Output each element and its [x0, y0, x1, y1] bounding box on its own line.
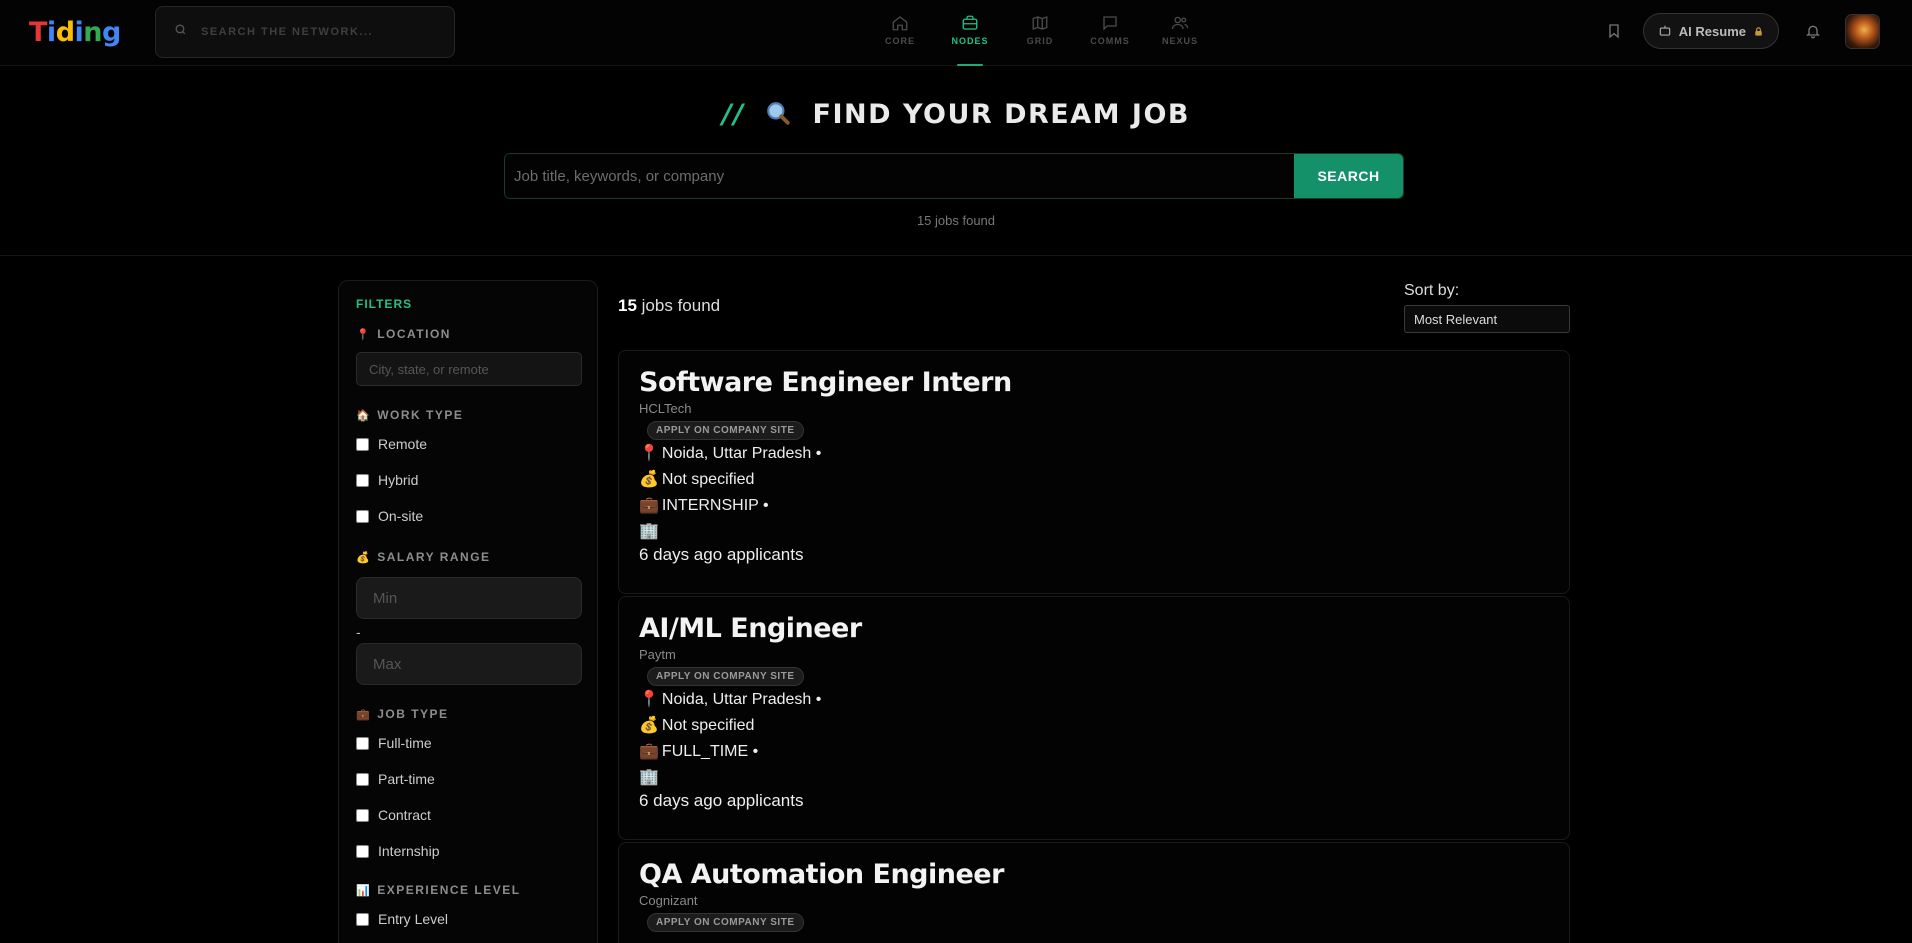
notifications-button[interactable]	[1801, 19, 1825, 43]
avatar[interactable]	[1845, 13, 1880, 49]
pin-icon: 📍	[639, 691, 659, 708]
checkbox[interactable]	[356, 736, 369, 750]
chat-icon	[1103, 16, 1117, 31]
job-posted: 6 days ago applicants	[639, 791, 804, 810]
ai-resume-button[interactable]: AI Resume	[1642, 13, 1779, 49]
job-type-section-label: 💼 JOB TYPE	[356, 707, 449, 721]
apply-badge: APPLY ON COMPANY SITE	[647, 667, 804, 686]
job-company: HCLTech	[639, 401, 692, 416]
search-button[interactable]: SEARCH	[1294, 154, 1403, 198]
bell-icon	[1806, 25, 1820, 39]
money-bag-icon: 💰	[639, 471, 659, 488]
money-bag-icon: 💰	[356, 551, 372, 564]
users-icon	[1171, 16, 1189, 30]
sort-label: Sort by:	[1404, 282, 1460, 299]
money-bag-icon: 💰	[639, 717, 659, 734]
salary-max-input[interactable]	[356, 643, 582, 685]
work-type-onsite[interactable]: On-site	[356, 498, 580, 534]
job-card[interactable]: AI/ML Engineer Paytm APPLY ON COMPANY SI…	[618, 596, 1570, 840]
job-search-input[interactable]	[505, 154, 1294, 198]
sort-select[interactable]: Most Relevant	[1404, 305, 1570, 333]
briefcase-icon: 💼	[639, 743, 659, 760]
work-type-remote[interactable]: Remote	[356, 426, 580, 462]
briefcase-icon: 💼	[356, 708, 372, 721]
checkbox[interactable]	[356, 808, 369, 822]
checkbox[interactable]	[356, 772, 369, 786]
experience-section-label: 📊 EXPERIENCE LEVEL	[356, 883, 521, 897]
logo[interactable]: Tiding	[29, 17, 121, 48]
checkbox[interactable]	[356, 473, 369, 487]
job-posted: 6 days ago applicants	[639, 545, 804, 564]
location-input[interactable]	[356, 352, 582, 386]
nav-grid[interactable]: GRID	[1005, 14, 1075, 66]
network-search-input[interactable]	[201, 26, 421, 38]
job-card[interactable]: Software Engineer Intern HCLTech APPLY O…	[618, 350, 1570, 594]
sort-control: Sort by: Most Relevant	[1404, 282, 1570, 333]
checkbox[interactable]	[356, 437, 369, 451]
hero-section: // FIND YOUR DREAM JOB SEARCH 15 jobs fo…	[0, 67, 1912, 256]
briefcase-icon	[962, 15, 978, 30]
office-building-icon: 🏢	[639, 769, 659, 786]
lock-icon	[1755, 26, 1762, 36]
apply-badge: APPLY ON COMPANY SITE	[647, 913, 804, 932]
jobs-found-summary: 15 jobs found	[916, 213, 996, 228]
job-search-bar: SEARCH	[504, 153, 1404, 199]
job-card[interactable]: QA Automation Engineer Cognizant APPLY O…	[618, 842, 1570, 943]
checkbox[interactable]	[356, 844, 369, 858]
search-icon	[174, 23, 187, 41]
magnifier-icon	[766, 102, 790, 125]
network-search-box[interactable]	[155, 6, 455, 58]
home-icon	[892, 16, 908, 31]
job-type-parttime[interactable]: Part-time	[356, 761, 580, 797]
job-meta: 📍 Noida, Uttar Pradesh • 💰 Not specified 💼…	[639, 687, 1549, 791]
checkbox[interactable]	[356, 912, 369, 926]
job-title[interactable]: Software Engineer Intern	[639, 367, 1549, 398]
salary-section-label: 💰 SALARY RANGE	[356, 550, 491, 564]
results-count: 15 jobs found	[618, 296, 721, 315]
house-icon: 🏠	[356, 409, 372, 422]
job-type-fulltime[interactable]: Full-time	[356, 725, 580, 761]
job-title[interactable]: QA Automation Engineer	[639, 859, 1549, 890]
office-building-icon: 🏢	[639, 523, 659, 540]
checkbox[interactable]	[356, 509, 369, 523]
header-actions: AI Resume	[1602, 13, 1880, 49]
nav-nexus[interactable]: NEXUS	[1145, 14, 1215, 66]
robot-icon	[1659, 25, 1671, 36]
work-type-hybrid[interactable]: Hybrid	[356, 462, 580, 498]
pin-icon: 📍	[356, 328, 372, 341]
bookmark-button[interactable]	[1602, 19, 1626, 43]
job-company: Paytm	[639, 647, 676, 662]
nav-comms[interactable]: COMMS	[1075, 14, 1145, 66]
filters-panel: FILTERS 📍 LOCATION 🏠 WORK TYPE Remote Hy…	[338, 280, 598, 943]
job-type-contract[interactable]: Contract	[356, 797, 580, 833]
salary-min-input[interactable]	[356, 577, 582, 619]
job-company: Cognizant	[639, 893, 698, 908]
job-title[interactable]: AI/ML Engineer	[639, 613, 1549, 644]
experience-entry-level[interactable]: Entry Level	[356, 901, 580, 937]
filters-heading: FILTERS	[356, 297, 413, 311]
briefcase-icon: 💼	[639, 497, 659, 514]
page-title: // FIND YOUR DREAM JOB	[722, 99, 1190, 130]
chart-icon: 📊	[356, 884, 372, 897]
bookmark-icon	[1609, 24, 1619, 39]
location-section-label: 📍 LOCATION	[356, 327, 451, 341]
job-type-internship[interactable]: Internship	[356, 833, 580, 869]
nav-nodes[interactable]: NODES	[935, 14, 1005, 66]
apply-badge: APPLY ON COMPANY SITE	[647, 421, 804, 440]
pin-icon: 📍	[639, 445, 659, 462]
work-type-section-label: 🏠 WORK TYPE	[356, 408, 464, 422]
job-meta: 📍 Noida, Uttar Pradesh • 💰 Not specified 💼…	[639, 441, 1549, 545]
top-navigation: Tiding CORE NODES GRID COMMS NEXUS	[0, 0, 1912, 66]
nav-core[interactable]: CORE	[865, 14, 935, 66]
salary-range-dash: -	[356, 624, 361, 640]
map-icon	[1032, 16, 1048, 30]
main-nav: CORE NODES GRID COMMS NEXUS	[865, 14, 1215, 66]
